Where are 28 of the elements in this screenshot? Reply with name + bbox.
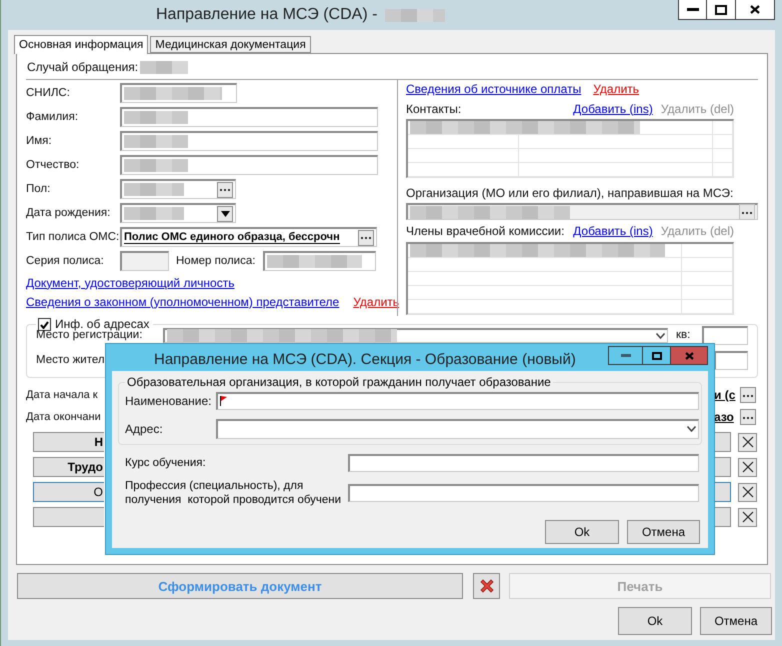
section-label: Члены врачебной комиссии:: [406, 224, 564, 238]
field-label: Случай обращения:: [26, 60, 140, 74]
field-label: Дата окончани: [26, 411, 102, 423]
section-label: Контакты:: [406, 102, 462, 116]
date-value: азо: [714, 410, 735, 424]
field-label: Место регистрации:: [36, 329, 142, 341]
field-label: Отчество:: [26, 159, 80, 171]
field-label: СНИЛС:: [26, 87, 71, 99]
field-label: Тип полиса ОМС:: [26, 231, 120, 243]
field-label: Пол:: [26, 183, 52, 195]
field-label: Дата начала к: [26, 389, 99, 401]
field-label: Адрес:: [125, 422, 164, 436]
field-label: Номер полиса:: [176, 255, 256, 267]
section-label: Организация (МО или его филиал), направившая на МСЭ:: [406, 186, 734, 200]
field-label: Дата рождения:: [26, 207, 112, 219]
field-label: Место жител: [36, 354, 104, 366]
field-label: Серия полиса:: [26, 255, 105, 267]
field-label: Имя:: [26, 135, 53, 147]
field-label: Наименование:: [125, 394, 213, 408]
field-label: Фамилия:: [26, 111, 80, 123]
field-label: кв:: [676, 329, 692, 341]
dialog-title: Направление на МСЭ (CDA). Секция - Образование (новый): [154, 351, 576, 368]
date-value: и (с: [714, 388, 736, 402]
field-label: Курс обучения:: [125, 456, 207, 470]
checkbox-label: Инф. об адресах: [55, 318, 150, 331]
window-title: Направление на МСЭ (CDA) -: [156, 6, 378, 24]
group-title: Образовательная организация, в которой гражданин получает образование: [126, 375, 552, 389]
field-label: Профессия (специальность), для получения которой проводится обучени: [125, 479, 342, 507]
